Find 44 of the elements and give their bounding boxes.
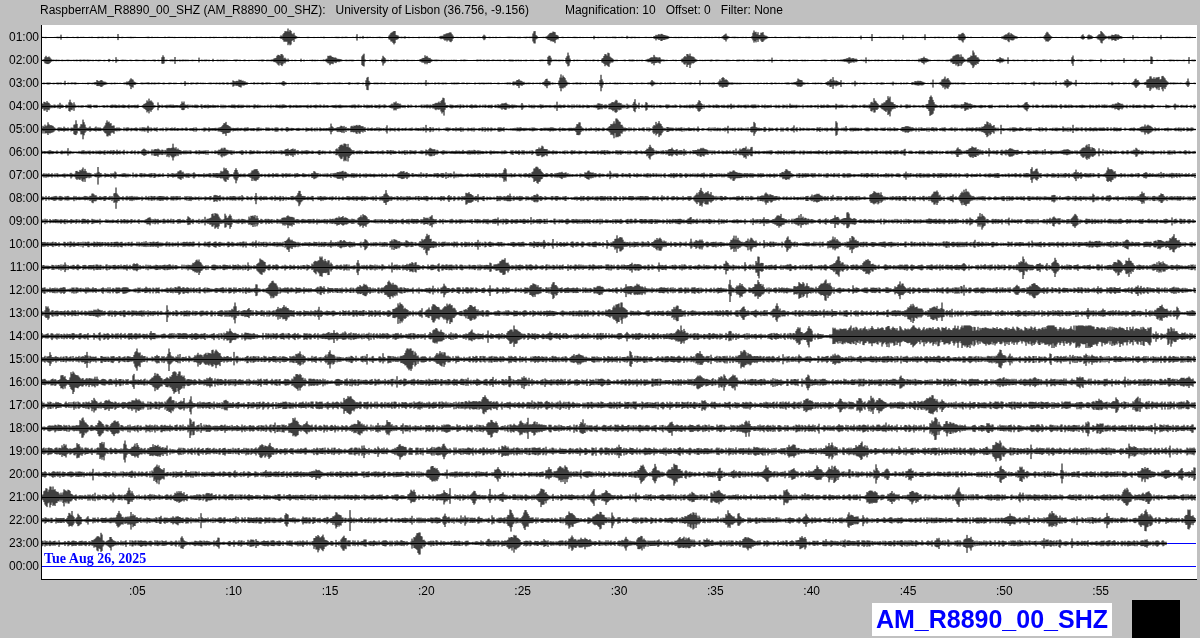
minute-tick-label: :10 (225, 584, 242, 598)
location-text: University of Lisbon (36.756, -9.156) (335, 3, 529, 17)
pending-line (1166, 543, 1196, 544)
minute-tick-label: :25 (514, 584, 531, 598)
hour-label: 05:00 (7, 121, 40, 138)
minute-tick-label: :45 (899, 584, 917, 598)
hour-label: 06:00 (7, 144, 40, 161)
minute-tick-label: :20 (418, 584, 435, 598)
hour-label: 23:00 (7, 535, 40, 552)
minute-tick-label: :55 (1092, 584, 1109, 598)
hour-label: 16:00 (7, 374, 40, 391)
hour-label: 07:00 (7, 167, 40, 184)
hour-label: 18:00 (7, 420, 40, 437)
hour-label: 01:00 (7, 29, 40, 46)
hour-label: 13:00 (7, 305, 40, 322)
hour-label: 14:00 (7, 328, 40, 345)
hour-label: 22:00 (7, 512, 40, 529)
filter-text: Filter: None (720, 3, 783, 17)
hour-label: 11:00 (8, 259, 40, 276)
minute-tick-label: :15 (321, 584, 339, 598)
minute-tick-label: :35 (707, 584, 724, 598)
channel-label: AM_R8890_00_SHZ (871, 602, 1112, 636)
date-label: Tue Aug 26, 2025 (44, 552, 147, 566)
offset-text: Offset: 0 (665, 3, 711, 17)
hour-label: 17:00 (7, 397, 40, 414)
status-square (1132, 600, 1180, 638)
hour-label: 12:00 (7, 282, 40, 299)
hour-label: 02:00 (7, 52, 40, 69)
hour-label: 09:00 (7, 213, 40, 230)
minute-tick-label: :30 (610, 584, 628, 598)
station-title: RaspberrAM_R8890_00_SHZ (AM_R8890_00_SHZ): (40, 3, 326, 17)
hour-label: 10:00 (7, 236, 40, 253)
hour-label: 00:00 (7, 558, 40, 575)
hour-label: 19:00 (7, 443, 40, 460)
hour-label: 03:00 (7, 75, 40, 92)
magnification-text: Magnification: 10 (564, 3, 656, 17)
hour-label: 15:00 (7, 351, 40, 368)
hour-label: 04:00 (7, 98, 40, 115)
minute-tick-label: :05 (129, 584, 146, 598)
hour-label: 20:00 (7, 466, 40, 483)
hour-label: 08:00 (7, 190, 40, 207)
minute-tick-label: :40 (803, 584, 820, 598)
hour-label: 21:00 (7, 489, 40, 506)
minute-tick-label: :50 (996, 584, 1013, 598)
